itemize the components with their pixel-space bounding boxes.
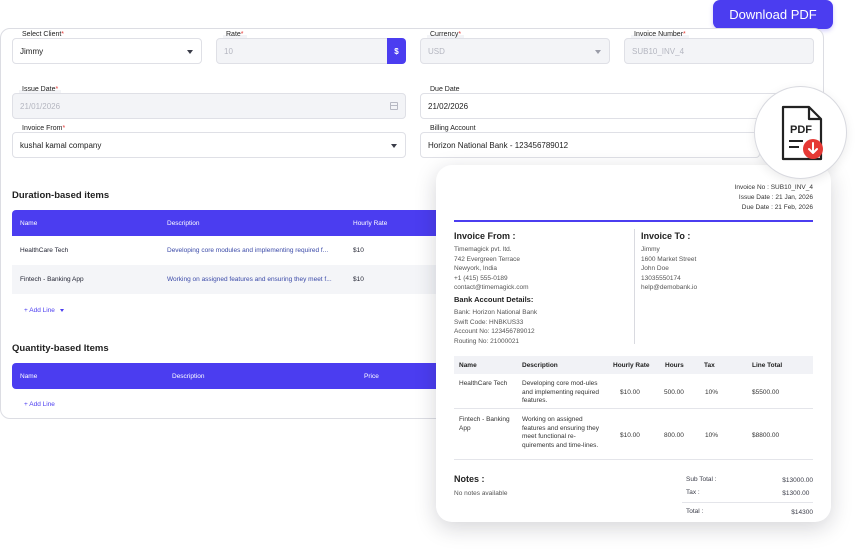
invoice-from-field[interactable]: Invoice From* kushal kamal company [12,125,406,158]
select-client-field[interactable]: Select Client* Jimmy [12,31,202,64]
invoice-to-title: Invoice To : [641,231,691,241]
notes-title: Notes : [454,474,485,484]
pdf-download-icon: PDF [781,105,823,161]
rate-field: Rate* 10 $ [216,31,406,64]
col-hourly-rate: Hourly Rate [353,220,388,227]
invoice-preview: Invoice No : SUB10_INV_4 Issue Date : 21… [436,165,831,522]
preview-table-row: HealthCare Tech Developing core mod-ules… [454,375,813,409]
notes-value: No notes available [454,490,508,497]
divider [634,229,635,344]
chevron-down-icon [59,308,64,312]
due-date-value: 21/02/2026 [428,102,469,111]
billing-account-field[interactable]: Billing Account Horizon National Bank - … [420,125,760,158]
total-value: $14300 [791,509,813,516]
preview-table-row: Fintech - Banking App Working on assigne… [454,410,813,460]
chevron-down-icon [391,144,397,148]
invoice-to-address: Jimmy 1600 Market Street John Doe 130355501… [641,246,698,291]
total-label: Total : [686,508,704,515]
select-client-value: Jimmy [20,47,44,56]
invoice-from-address: Timemagick pvt. ltd. 742 Evergreen Terrac… [454,246,529,291]
pdf-badge[interactable]: PDF [754,86,847,179]
divider [454,220,813,222]
rate-value: 10 [224,47,233,56]
add-line-quantity-button[interactable]: + Add Line [24,401,55,408]
col-price: Price [364,373,379,380]
invoice-meta: Invoice No : SUB10_INV_4 Issue Date : 21… [734,184,813,211]
invoice-from-value: kushal kamal company [20,141,102,150]
issue-date-field: Issue Date* 21/01/2026 [12,86,406,119]
issue-date-value: 21/01/2026 [20,102,61,111]
invoice-number-value: SUB10_INV_4 [632,47,685,56]
totals-values: $13000.00 $1300.00 [782,477,813,497]
svg-text:PDF: PDF [790,124,812,136]
preview-table-header: Name Description Hourly Rate Hours Tax L… [454,356,813,374]
col-description: Description [172,373,205,380]
duration-section-title: Duration-based items [12,190,110,201]
bank-details: Bank: Horizon National Bank Swift Code: H… [454,309,538,345]
currency-symbol-button[interactable]: $ [387,38,406,64]
divider [682,502,813,503]
calendar-icon [390,102,398,110]
currency-field: Currency* USD [420,31,610,64]
col-description: Description [167,220,200,227]
chevron-down-icon [187,50,193,54]
invoice-number-field: Invoice Number* SUB10_INV_4 [624,31,814,64]
chevron-down-icon [595,50,601,54]
billing-account-value: Horizon National Bank - 123456789012 [428,141,569,150]
due-date-field[interactable]: Due Date 21/02/2026 [420,86,780,119]
download-pdf-button[interactable]: Download PDF [713,0,833,29]
col-name: Name [20,220,38,227]
col-name: Name [20,373,38,380]
currency-value: USD [428,47,445,56]
add-line-duration-button[interactable]: + Add Line [24,307,64,314]
quantity-section-title: Quantity-based Items [12,343,109,354]
bank-details-title: Bank Account Details: [454,295,534,304]
totals-labels: Sub Total : Tax : [686,476,717,496]
invoice-from-title: Invoice From : [454,231,516,241]
